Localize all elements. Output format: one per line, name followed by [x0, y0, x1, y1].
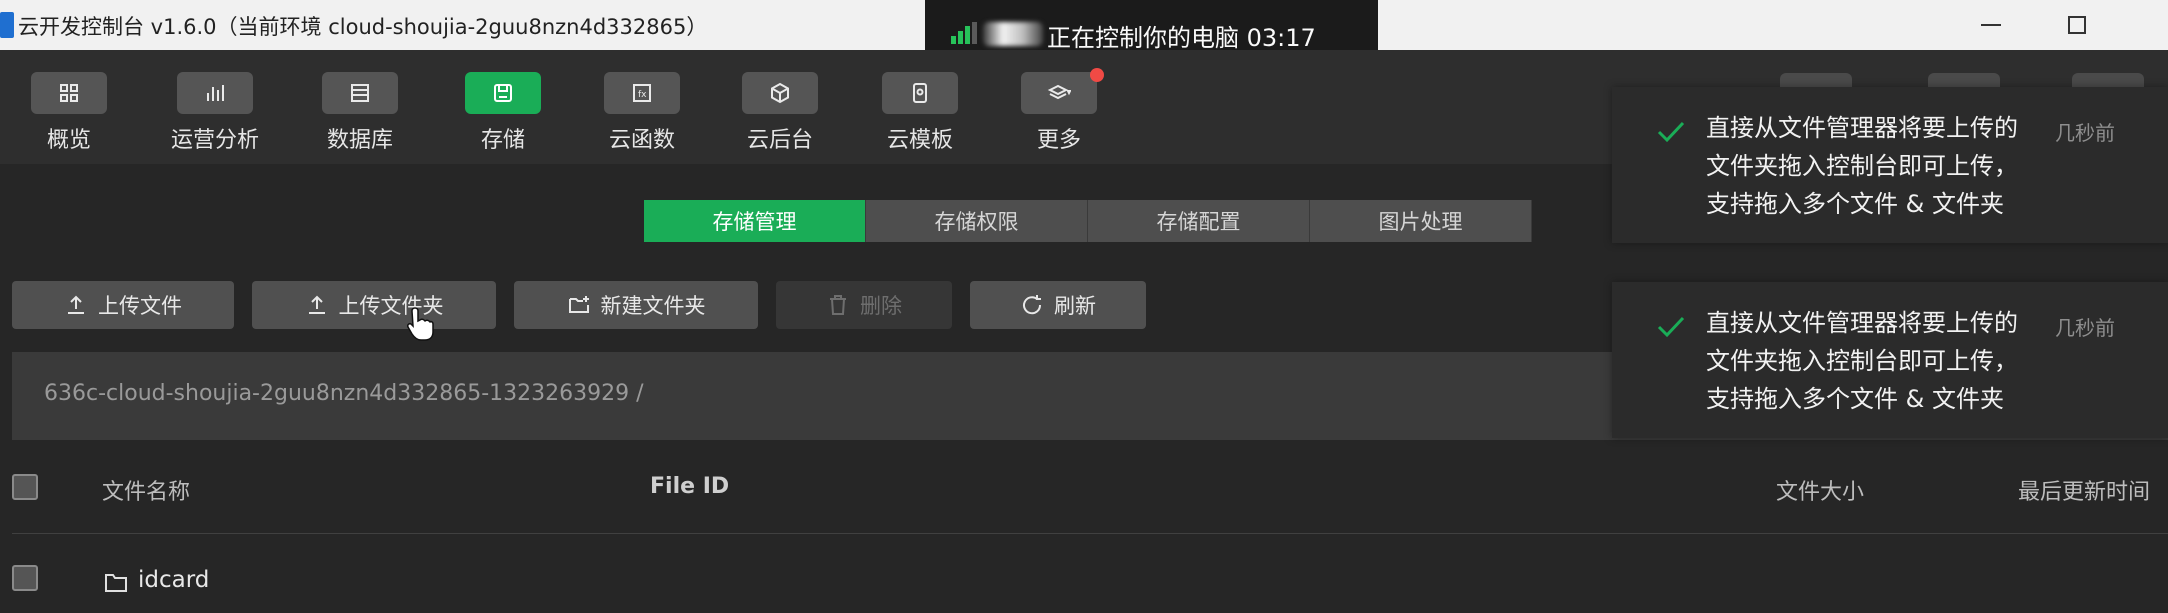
- tab-storage-management[interactable]: 存储管理: [644, 200, 866, 242]
- row-checkbox[interactable]: [12, 565, 38, 591]
- maximize-icon: [2068, 16, 2086, 34]
- toast-time: 几秒前: [2055, 121, 2115, 145]
- maximize-button[interactable]: [2048, 0, 2106, 50]
- notification-dot: [1090, 68, 1104, 82]
- storage-path: 636c-cloud-shoujia-2guu8nzn4d332865-1323…: [44, 381, 644, 406]
- storage-icon: [465, 72, 541, 114]
- layers-icon: [1021, 72, 1097, 114]
- minimize-button[interactable]: [1962, 0, 2020, 50]
- tab-storage-config[interactable]: 存储配置: [1088, 200, 1310, 242]
- toolbar-label: 云后台: [746, 128, 813, 153]
- cube-icon: [742, 72, 818, 114]
- refresh-button[interactable]: 刷新: [970, 281, 1146, 329]
- toast-message: 直接从文件管理器将要上传的 文件夹拖入控制台即可上传， 支持拖入多个文件 & 文…: [1706, 309, 2018, 413]
- toolbar-item-more[interactable]: 更多: [1014, 72, 1104, 154]
- toolbar-label: 存储: [480, 128, 525, 153]
- upload-icon: [68, 295, 84, 314]
- new-folder-label: 新建文件夹: [600, 294, 706, 318]
- file-table-header: 文件名称 File ID 文件大小 最后更新时间: [0, 468, 2168, 508]
- check-icon: [1657, 316, 1685, 338]
- toolbar-label: 更多: [1036, 128, 1081, 153]
- toolbar-label: 云函数: [608, 128, 675, 153]
- toolbar-item-cloud-backend[interactable]: 云后台: [735, 72, 825, 154]
- trash-icon: [830, 295, 846, 315]
- toolbar-label: 云模板: [886, 128, 953, 153]
- refresh-icon: [1023, 295, 1042, 315]
- check-icon: [1657, 121, 1685, 143]
- toolbar-label: 概览: [46, 128, 91, 153]
- svg-text:fx: fx: [638, 90, 647, 100]
- blurred-username: [983, 22, 1043, 46]
- toast-notification[interactable]: 直接从文件管理器将要上传的 文件夹拖入控制台即可上传， 支持拖入多个文件 & 文…: [1612, 282, 2168, 438]
- toolbar-label: 运营分析: [170, 128, 259, 153]
- app-icon: [0, 12, 14, 38]
- signal-icon: [951, 22, 977, 44]
- upload-folder-button[interactable]: 上传文件夹: [252, 281, 496, 329]
- refresh-label: 刷新: [1054, 294, 1096, 318]
- upload-file-label: 上传文件: [98, 294, 182, 318]
- toolbar-label: 数据库: [326, 128, 393, 153]
- upload-file-button[interactable]: 上传文件: [12, 281, 234, 329]
- toast-time: 几秒前: [2055, 316, 2115, 340]
- toolbar-item-storage[interactable]: 存储: [458, 72, 548, 154]
- storage-tabs: 存储管理 存储权限 存储配置 图片处理: [644, 200, 1532, 242]
- row-file-name[interactable]: idcard: [138, 567, 209, 593]
- table-divider: [12, 533, 2168, 534]
- database-icon: [322, 72, 398, 114]
- toolbar-item-analytics[interactable]: 运营分析: [170, 72, 260, 154]
- toolbar-item-database[interactable]: 数据库: [315, 72, 405, 154]
- grid-icon: [31, 72, 107, 114]
- window-title: 云开发控制台 v1.6.0（当前环境 cloud-shoujia-2guu8nz…: [18, 15, 708, 39]
- delete-button[interactable]: 删除: [776, 281, 952, 329]
- select-all-checkbox[interactable]: [12, 474, 38, 500]
- tab-image-processing[interactable]: 图片处理: [1310, 200, 1532, 242]
- column-file-id[interactable]: File ID: [650, 474, 729, 499]
- toolbar-item-overview[interactable]: 概览: [24, 72, 114, 154]
- bar-chart-icon: [177, 72, 253, 114]
- column-file-name[interactable]: 文件名称: [102, 474, 190, 506]
- template-icon: [882, 72, 958, 114]
- toast-notification[interactable]: 直接从文件管理器将要上传的 文件夹拖入控制台即可上传， 支持拖入多个文件 & 文…: [1612, 87, 2168, 243]
- column-file-size[interactable]: 文件大小: [1776, 474, 1864, 506]
- toolbar-item-templates[interactable]: 云模板: [875, 72, 965, 154]
- toolbar-item-functions[interactable]: fx 云函数: [597, 72, 687, 154]
- new-folder-icon: [568, 296, 589, 313]
- folder-icon: [105, 574, 127, 592]
- remote-control-text: 正在控制你的电脑 03:17: [1047, 24, 1316, 52]
- function-icon: fx: [604, 72, 680, 114]
- minimize-icon: [1981, 24, 2001, 26]
- upload-icon: [308, 295, 325, 314]
- toast-message: 直接从文件管理器将要上传的 文件夹拖入控制台即可上传， 支持拖入多个文件 & 文…: [1706, 114, 2018, 218]
- column-last-updated[interactable]: 最后更新时间: [2018, 474, 2150, 506]
- tab-storage-permissions[interactable]: 存储权限: [866, 200, 1088, 242]
- hand-cursor-icon: [407, 307, 434, 341]
- new-folder-button[interactable]: 新建文件夹: [514, 281, 758, 329]
- delete-label: 删除: [860, 294, 902, 318]
